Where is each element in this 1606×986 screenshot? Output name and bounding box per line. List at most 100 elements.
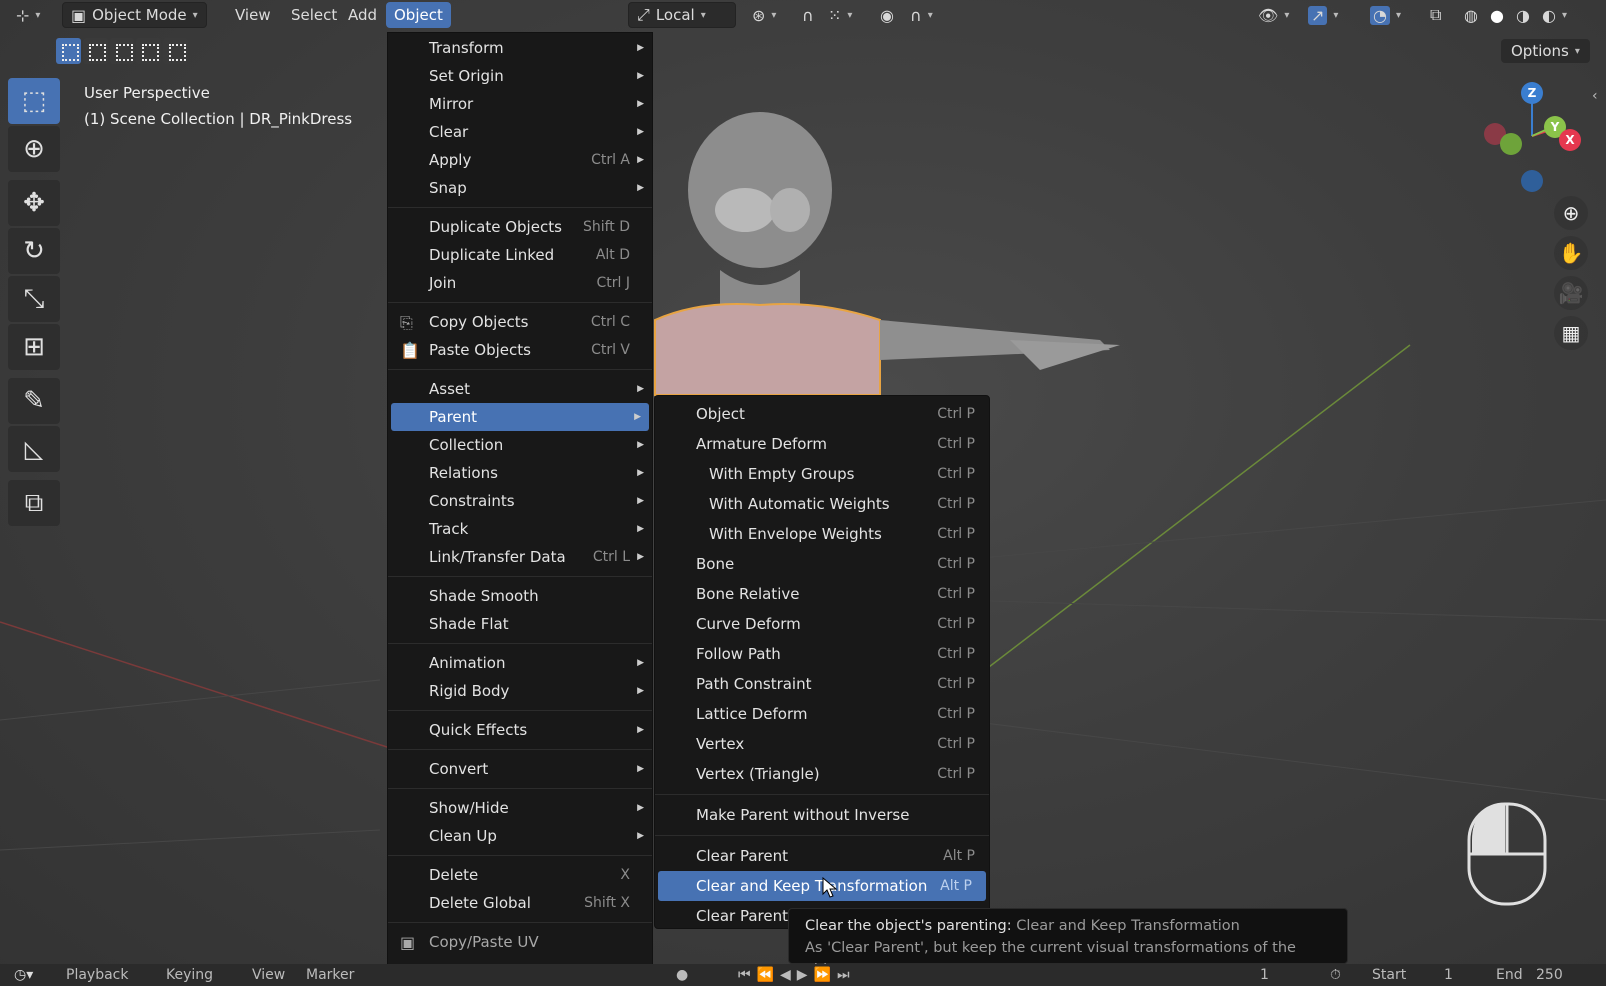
menu-item-paste-objects[interactable]: 📋 Paste Objects Ctrl V <box>388 336 652 364</box>
move-tool[interactable]: ✥ <box>8 180 60 226</box>
menu-item-parent[interactable]: Parent ▶ <box>391 403 649 431</box>
menu-item-convert[interactable]: Convert ▶ <box>388 755 652 783</box>
submenu-item-label: Bone Relative <box>696 585 800 603</box>
gizmo-neg-z[interactable] <box>1521 170 1543 192</box>
editor-type-button[interactable]: ⊹ ▾ <box>8 2 48 28</box>
submenu-item-make-parent-without-inverse[interactable]: Make Parent without Inverse <box>655 800 989 830</box>
select-intersect-button[interactable] <box>163 38 188 64</box>
gizmo-toggle[interactable]: ↗ ▾ <box>1300 2 1346 28</box>
editor-type-clock-icon[interactable]: ◷▾ <box>14 967 33 983</box>
view-menu[interactable]: View <box>252 967 285 983</box>
keying-menu[interactable]: Keying <box>166 967 213 983</box>
options-dropdown[interactable]: Options ▾ <box>1501 39 1590 63</box>
xray-toggle[interactable]: ⧉ <box>1422 2 1449 28</box>
rotate-tool[interactable]: ↻ <box>8 228 60 274</box>
current-frame-field[interactable]: 1 <box>1260 967 1269 983</box>
proportional-edit-toggle[interactable]: ◉ <box>872 2 902 28</box>
menu-item-link-transfer-data[interactable]: Link/Transfer Data Ctrl L ▶ <box>388 543 652 571</box>
select-invert-button[interactable] <box>136 38 162 64</box>
menu-item-shade-smooth[interactable]: Shade Smooth <box>388 582 652 610</box>
ortho-toggle-button[interactable]: ▦ <box>1554 316 1588 350</box>
submenu-item-label: With Empty Groups <box>709 465 855 483</box>
cursor-tool[interactable]: ⊕ <box>8 126 60 172</box>
menu-item-mirror[interactable]: Mirror ▶ <box>388 90 652 118</box>
menu-view[interactable]: View <box>227 2 279 28</box>
menu-add[interactable]: Add <box>340 2 385 28</box>
menu-item-relations[interactable]: Relations ▶ <box>388 459 652 487</box>
submenu-item-clear-parent[interactable]: Clear Parent Alt P <box>655 841 989 871</box>
scale-tool[interactable]: ⤡ <box>8 276 60 322</box>
submenu-item-lattice-deform[interactable]: Lattice Deform Ctrl P <box>655 699 989 729</box>
submenu-item-with-automatic-weights[interactable]: With Automatic Weights Ctrl P <box>655 489 989 519</box>
record-icon[interactable]: ● <box>676 967 688 983</box>
menu-item-clean-up[interactable]: Clean Up ▶ <box>388 822 652 850</box>
mode-dropdown[interactable]: ▣ Object Mode ▾ <box>62 2 207 28</box>
snap-target-button[interactable]: ⁙ ▾ <box>820 2 860 28</box>
submenu-item-object[interactable]: Object Ctrl P <box>655 399 989 429</box>
visibility-button[interactable]: 👁 ▾ <box>1250 2 1297 28</box>
transform-orientation-dropdown[interactable]: ⤢ Local ▾ <box>628 2 736 28</box>
menu-item-rigid-body[interactable]: Rigid Body ▶ <box>388 677 652 705</box>
menu-select[interactable]: Select <box>283 2 345 28</box>
select-box-tool[interactable]: ⬚ <box>8 78 60 124</box>
menu-item-track[interactable]: Track ▶ <box>388 515 652 543</box>
menu-item-constraints[interactable]: Constraints ▶ <box>388 487 652 515</box>
add-cube-tool[interactable]: ⧉ <box>8 480 60 526</box>
menu-item-quick-effects[interactable]: Quick Effects ▶ <box>388 716 652 744</box>
playback-menu[interactable]: Playback <box>66 967 128 983</box>
transform-tool[interactable]: ⊞ <box>8 324 60 370</box>
stopwatch-icon[interactable]: ⏱ <box>1330 967 1341 983</box>
shading-rendered[interactable]: ◐ ▾ <box>1534 2 1575 28</box>
pan-button[interactable]: ✋ <box>1554 236 1588 270</box>
playback-controls[interactable]: ⏮⏪◀▶⏩⏭ <box>738 967 856 983</box>
menu-object[interactable]: Object <box>386 2 451 28</box>
menu-item-snap[interactable]: Snap ▶ <box>388 174 652 202</box>
gizmo-z-axis[interactable]: Z <box>1521 82 1543 104</box>
menu-item-delete-global[interactable]: Delete Global Shift X <box>388 889 652 917</box>
marker-menu[interactable]: Marker <box>306 967 354 983</box>
camera-view-button[interactable]: 🎥 <box>1554 276 1588 310</box>
menu-item-asset[interactable]: Asset ▶ <box>388 375 652 403</box>
submenu-item-with-envelope-weights[interactable]: With Envelope Weights Ctrl P <box>655 519 989 549</box>
sidebar-toggle-icon[interactable]: ‹ <box>1592 88 1598 104</box>
falloff-button[interactable]: ∩ ▾ <box>902 2 941 28</box>
gizmo-neg-y[interactable] <box>1500 133 1522 155</box>
select-extend-button[interactable] <box>82 38 108 64</box>
menu-item-apply[interactable]: Apply Ctrl A ▶ <box>388 146 652 174</box>
submenu-item-bone-relative[interactable]: Bone Relative Ctrl P <box>655 579 989 609</box>
submenu-item-vertex[interactable]: Vertex Ctrl P <box>655 729 989 759</box>
pivot-point-button[interactable]: ⊛ ▾ <box>744 2 784 28</box>
menu-item-duplicate-objects[interactable]: Duplicate Objects Shift D <box>388 213 652 241</box>
measure-tool[interactable]: ◺ <box>8 426 60 472</box>
menu-item-collection[interactable]: Collection ▶ <box>388 431 652 459</box>
menu-item-animation[interactable]: Animation ▶ <box>388 649 652 677</box>
menu-item-clear[interactable]: Clear ▶ <box>388 118 652 146</box>
menu-item-label: Link/Transfer Data <box>429 548 566 566</box>
submenu-item-path-constraint[interactable]: Path Constraint Ctrl P <box>655 669 989 699</box>
menu-item-shade-flat[interactable]: Shade Flat <box>388 610 652 638</box>
menu-item-join[interactable]: Join Ctrl J <box>388 269 652 297</box>
gizmo-x-axis[interactable]: X <box>1559 129 1581 151</box>
submenu-item-armature-deform[interactable]: Armature Deform Ctrl P <box>655 429 989 459</box>
submenu-item-vertex-triangle[interactable]: Vertex (Triangle) Ctrl P <box>655 759 989 789</box>
submenu-item-bone[interactable]: Bone Ctrl P <box>655 549 989 579</box>
annotate-tool[interactable]: ✎ <box>8 378 60 424</box>
submenu-item-follow-path[interactable]: Follow Path Ctrl P <box>655 639 989 669</box>
zoom-button[interactable]: ⊕ <box>1554 196 1588 230</box>
snap-toggle[interactable]: ∩ <box>794 2 822 28</box>
submenu-item-curve-deform[interactable]: Curve Deform Ctrl P <box>655 609 989 639</box>
menu-item-transform[interactable]: Transform ▶ <box>388 34 652 62</box>
menu-item-copy-objects[interactable]: ⎘ Copy Objects Ctrl C <box>388 308 652 336</box>
end-frame-field[interactable]: 250 <box>1536 967 1563 983</box>
menu-item-show-hide[interactable]: Show/Hide ▶ <box>388 794 652 822</box>
submenu-item-with-empty-groups[interactable]: With Empty Groups Ctrl P <box>655 459 989 489</box>
start-frame-field[interactable]: 1 <box>1444 967 1453 983</box>
menu-item-delete[interactable]: Delete X <box>388 861 652 889</box>
overlays-toggle[interactable]: ◔ ▾ <box>1362 2 1409 28</box>
menu-item-copy-paste-uv[interactable]: ▣ Copy/Paste UV <box>388 928 652 956</box>
menu-item-set-origin[interactable]: Set Origin ▶ <box>388 62 652 90</box>
menu-item-label: Mirror <box>429 95 474 113</box>
select-new-button[interactable] <box>56 38 81 64</box>
select-subtract-button[interactable] <box>109 38 135 64</box>
menu-item-duplicate-linked[interactable]: Duplicate Linked Alt D <box>388 241 652 269</box>
